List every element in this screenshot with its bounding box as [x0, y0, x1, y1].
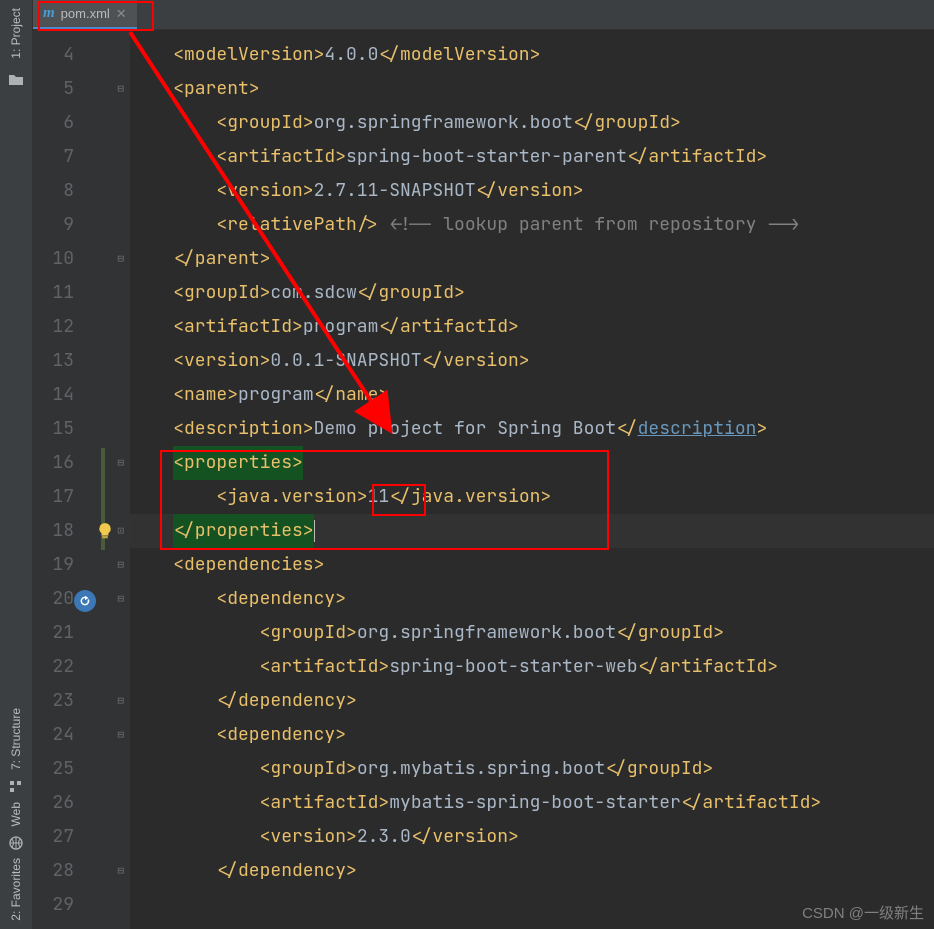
line-number: 4 — [33, 38, 88, 72]
editor-gutter: 4567891011121314151617181920212223242526… — [33, 30, 88, 929]
code-line[interactable]: <artifactId>program</artifactId> — [130, 310, 934, 344]
line-number: 23 — [33, 684, 88, 718]
folder-icon — [8, 71, 24, 87]
line-number: 8 — [33, 174, 88, 208]
line-number: 12 — [33, 310, 88, 344]
fold-icon[interactable]: ⊟ — [117, 252, 124, 266]
code-line[interactable]: <version>0.0.1-SNAPSHOT</version> — [130, 344, 934, 378]
line-number: 15 — [33, 412, 88, 446]
code-line[interactable]: <artifactId>spring-boot-starter-web</art… — [130, 650, 934, 684]
line-number: 25 — [33, 752, 88, 786]
code-line[interactable]: <parent> — [130, 72, 934, 106]
line-number: 18 — [33, 514, 88, 548]
line-number: 16 — [33, 446, 88, 480]
tool-tab-favorites[interactable]: 2: Favorites — [9, 850, 23, 929]
line-number: 21 — [33, 616, 88, 650]
fold-icon[interactable]: ⊟ — [117, 728, 124, 742]
code-line[interactable]: <modelVersion>4.0.0</modelVersion> — [130, 38, 934, 72]
tool-tab-structure[interactable]: 7: Structure — [9, 700, 23, 778]
fold-icon[interactable]: ⊟ — [117, 558, 124, 572]
line-number: 14 — [33, 378, 88, 412]
editor-tab-pom[interactable]: m pom.xml ✕ — [33, 0, 137, 29]
code-line[interactable]: <description>Demo project for Spring Boo… — [130, 412, 934, 446]
fold-gutter: ⊟ ⊟ ⊟ ⊡ ⊟ ⊟ ⊟ ⊟ ⊟ — [88, 30, 130, 929]
line-number: 26 — [33, 786, 88, 820]
code-line[interactable]: <relativePath/> <!-- lookup parent from … — [130, 208, 934, 242]
code-line[interactable]: <dependency> — [130, 582, 934, 616]
code-line[interactable]: <groupId>org.springframework.boot</group… — [130, 106, 934, 140]
maven-file-icon: m — [43, 6, 55, 21]
code-line[interactable]: <groupId>org.springframework.boot</group… — [130, 616, 934, 650]
web-icon — [8, 834, 24, 850]
line-number: 5 — [33, 72, 88, 106]
fold-icon[interactable]: ⊟ — [117, 694, 124, 708]
code-line[interactable]: <properties> — [130, 446, 934, 480]
code-line[interactable]: <java.version>11</java.version> — [130, 480, 934, 514]
code-line[interactable]: <version>2.7.11-SNAPSHOT</version> — [130, 174, 934, 208]
line-number: 7 — [33, 140, 88, 174]
line-number: 27 — [33, 820, 88, 854]
code-line[interactable]: <dependencies> — [130, 548, 934, 582]
watermark-label: CSDN @一级新生 — [802, 902, 924, 923]
fold-icon[interactable]: ⊟ — [117, 864, 124, 878]
editor-tab-bar: m pom.xml ✕ — [33, 0, 934, 30]
code-line[interactable]: <version>2.3.0</version> — [130, 820, 934, 854]
code-line[interactable]: </parent> — [130, 242, 934, 276]
line-number: 9 — [33, 208, 88, 242]
code-line[interactable]: <artifactId>spring-boot-starter-parent</… — [130, 140, 934, 174]
tool-tab-web[interactable]: Web — [9, 794, 23, 834]
line-number: 11 — [33, 276, 88, 310]
editor-content[interactable]: <modelVersion>4.0.0</modelVersion> <pare… — [130, 30, 934, 929]
line-number: 6 — [33, 106, 88, 140]
fold-icon[interactable]: ⊟ — [117, 592, 124, 606]
intention-bulb-icon[interactable] — [96, 522, 114, 540]
line-number: 28 — [33, 854, 88, 888]
tab-label: pom.xml — [61, 6, 110, 21]
fold-icon[interactable]: ⊟ — [117, 456, 124, 470]
structure-icon — [8, 778, 24, 794]
code-line[interactable]: </properties> — [130, 514, 934, 548]
tool-window-stripe-left: 1: Project 7: Structure Web 2: Favorites — [0, 0, 33, 929]
line-number: 29 — [33, 888, 88, 922]
code-line[interactable]: </dependency> — [130, 854, 934, 888]
tool-tab-project[interactable]: 1: Project — [9, 0, 23, 67]
line-number: 22 — [33, 650, 88, 684]
line-number: 13 — [33, 344, 88, 378]
fold-icon[interactable]: ⊡ — [117, 524, 124, 538]
line-number: 19 — [33, 548, 88, 582]
line-number: 10 — [33, 242, 88, 276]
code-line[interactable]: <groupId>com.sdcw</groupId> — [130, 276, 934, 310]
line-number: 24 — [33, 718, 88, 752]
close-icon[interactable]: ✕ — [116, 6, 127, 22]
maven-reload-icon[interactable] — [74, 590, 96, 612]
code-line[interactable]: </dependency> — [130, 684, 934, 718]
code-line[interactable]: <groupId>org.mybatis.spring.boot</groupI… — [130, 752, 934, 786]
code-line[interactable]: <artifactId>mybatis-spring-boot-starter<… — [130, 786, 934, 820]
line-number: 17 — [33, 480, 88, 514]
code-line[interactable]: <name>program</name> — [130, 378, 934, 412]
code-line[interactable]: <dependency> — [130, 718, 934, 752]
fold-icon[interactable]: ⊟ — [117, 82, 124, 96]
